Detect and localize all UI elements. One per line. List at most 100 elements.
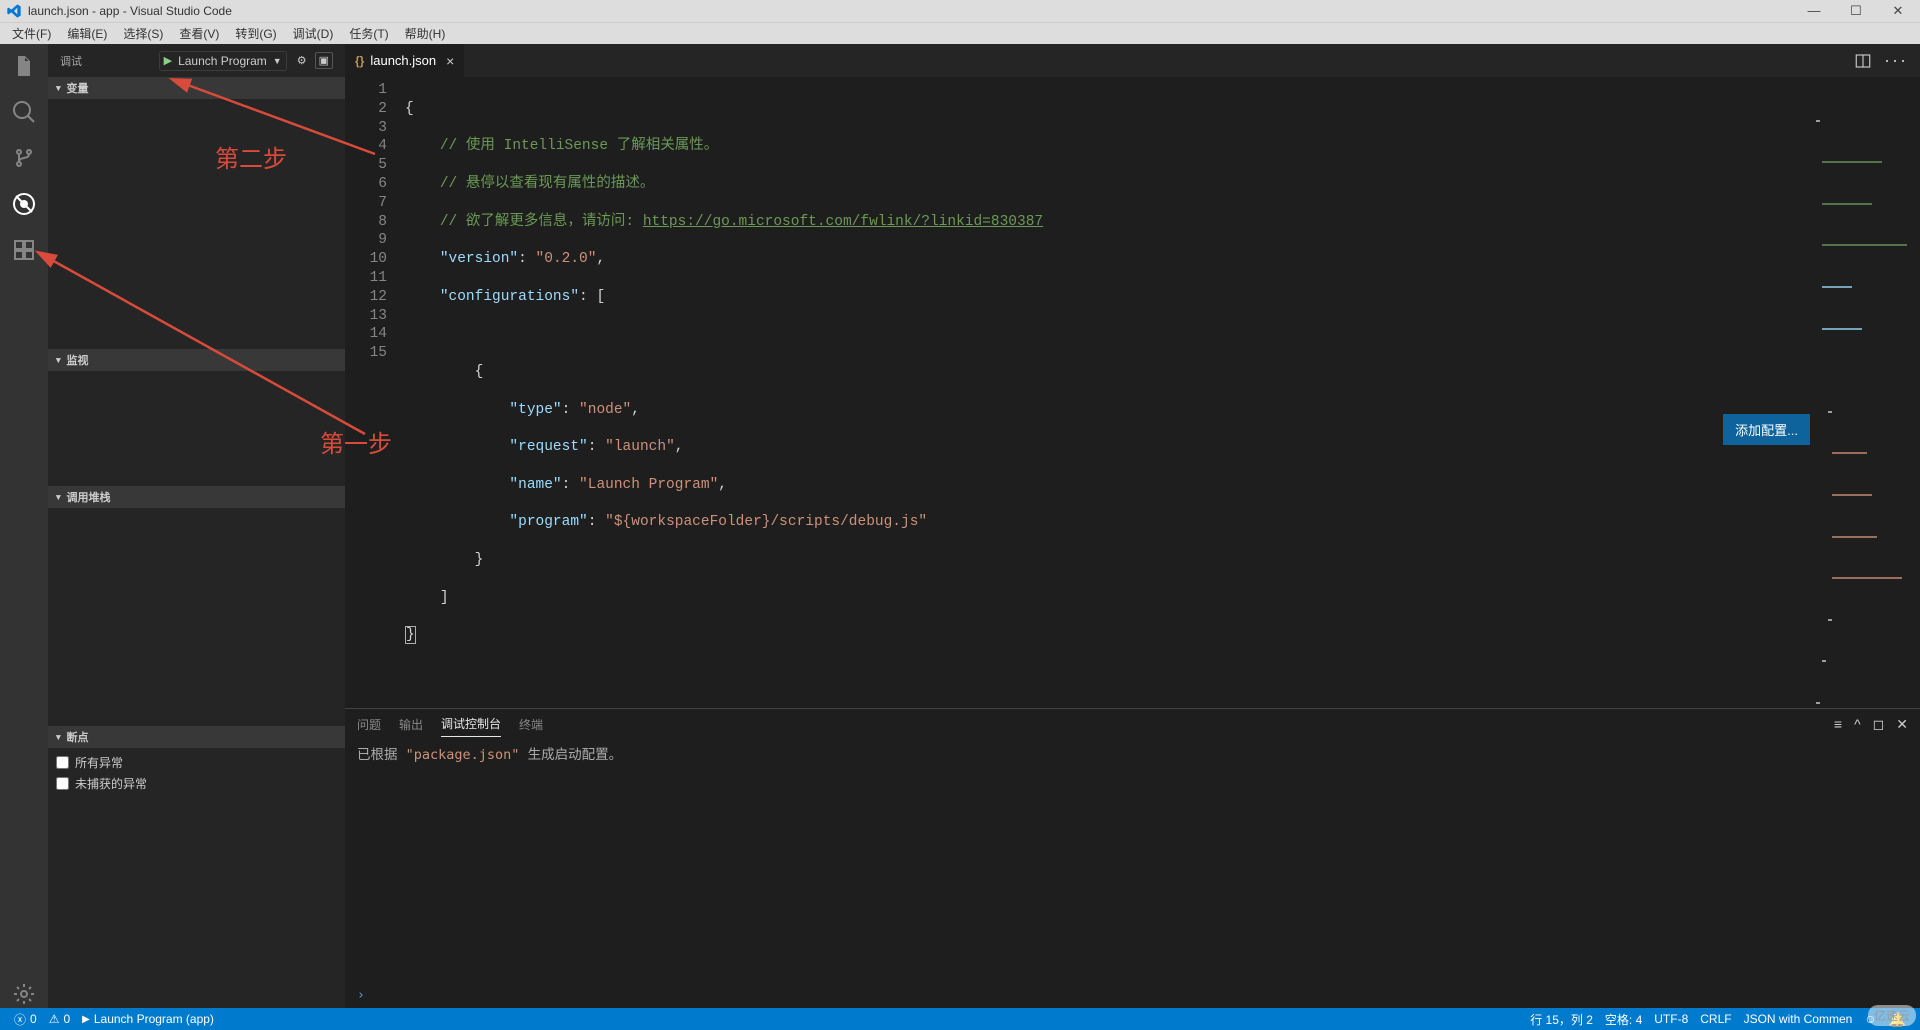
line-number: 7 bbox=[345, 194, 387, 213]
status-errors[interactable]: ⓧ0 bbox=[8, 1011, 43, 1028]
error-icon: ⓧ bbox=[14, 1011, 26, 1028]
line-number: 8 bbox=[345, 213, 387, 232]
panel-tab-debug-console[interactable]: 调试控制台 bbox=[441, 711, 501, 737]
debug-header: 调试 ▶ Launch Program ▼ ⚙ ▣ bbox=[48, 44, 345, 77]
gear-icon[interactable]: ⚙ bbox=[297, 54, 307, 67]
maximize-button[interactable]: ☐ bbox=[1844, 3, 1868, 19]
variables-body bbox=[48, 99, 345, 349]
line-number: 9 bbox=[345, 231, 387, 250]
tab-label: launch.json bbox=[370, 53, 436, 68]
minimize-button[interactable]: — bbox=[1802, 3, 1826, 19]
tab-launch-json[interactable]: {} launch.json × bbox=[345, 44, 465, 77]
line-number: 5 bbox=[345, 156, 387, 175]
watermark: 亿速云 bbox=[1868, 1005, 1916, 1026]
watch-body bbox=[48, 371, 345, 486]
debug-console-input[interactable]: › bbox=[345, 988, 1920, 1008]
bp-uncaught-exceptions[interactable]: 未捕获的异常 bbox=[56, 773, 337, 794]
warning-icon: ⚠ bbox=[49, 1012, 60, 1026]
code-string: "node" bbox=[579, 402, 631, 418]
chevron-down-icon: ▸ bbox=[53, 358, 64, 363]
code-string: "launch" bbox=[605, 439, 675, 455]
status-spaces[interactable]: 空格: 4 bbox=[1599, 1011, 1648, 1028]
debug-console-output: 已根据 "package.json" 生成启动配置。 bbox=[345, 739, 1920, 988]
close-panel-icon[interactable]: ✕ bbox=[1896, 716, 1908, 733]
menu-debug[interactable]: 调试(D) bbox=[285, 23, 342, 44]
debug-console-toggle[interactable]: ▣ bbox=[315, 52, 333, 69]
code-area[interactable]: { // 使用 IntelliSense 了解相关属性。 // 悬停以查看现有属… bbox=[405, 77, 1920, 708]
maximize-panel-icon[interactable]: ◻ bbox=[1873, 716, 1885, 733]
code-string: "Launch Program" bbox=[579, 477, 718, 493]
clear-console-icon[interactable]: ≡ bbox=[1834, 716, 1842, 733]
explorer-icon[interactable] bbox=[10, 52, 38, 80]
close-icon[interactable]: × bbox=[446, 53, 454, 69]
menu-view[interactable]: 查看(V) bbox=[171, 23, 227, 44]
menubar: 文件(F) 编辑(E) 选择(S) 查看(V) 转到(G) 调试(D) 任务(T… bbox=[0, 22, 1920, 44]
code-link[interactable]: https://go.microsoft.com/fwlink/?linkid=… bbox=[643, 214, 1043, 230]
panel: 问题 输出 调试控制台 终端 ≡ ^ ◻ ✕ 已根据 "package.json… bbox=[345, 708, 1920, 1008]
code-key: "program" bbox=[509, 514, 587, 530]
vscode-icon bbox=[6, 3, 22, 19]
watch-section-header[interactable]: ▸监视 bbox=[48, 349, 345, 371]
line-number: 12 bbox=[345, 288, 387, 307]
line-number: 11 bbox=[345, 269, 387, 288]
variables-label: 变量 bbox=[67, 80, 89, 96]
menu-file[interactable]: 文件(F) bbox=[4, 23, 59, 44]
status-lang[interactable]: JSON with Commen bbox=[1738, 1011, 1859, 1028]
menu-tasks[interactable]: 任务(T) bbox=[341, 23, 396, 44]
close-button[interactable]: ✕ bbox=[1886, 3, 1910, 19]
play-icon: ▶ bbox=[164, 54, 172, 67]
bp-all-check[interactable] bbox=[56, 756, 69, 769]
line-number: 2 bbox=[345, 100, 387, 119]
bp-all-exceptions[interactable]: 所有异常 bbox=[56, 752, 337, 773]
variables-section-header[interactable]: ▸变量 bbox=[48, 77, 345, 99]
status-warnings[interactable]: ⚠0 bbox=[43, 1012, 76, 1026]
callstack-body bbox=[48, 508, 345, 726]
menu-edit[interactable]: 编辑(E) bbox=[59, 23, 115, 44]
line-number: 10 bbox=[345, 250, 387, 269]
menu-goto[interactable]: 转到(G) bbox=[227, 23, 284, 44]
bp-uncaught-check[interactable] bbox=[56, 777, 69, 790]
debug-config-dropdown[interactable]: ▶ Launch Program ▼ bbox=[159, 51, 287, 71]
collapse-panel-icon[interactable]: ^ bbox=[1854, 716, 1861, 733]
code-key: "version" bbox=[440, 251, 518, 267]
menu-select[interactable]: 选择(S) bbox=[115, 23, 171, 44]
line-number: 13 bbox=[345, 307, 387, 326]
status-launch[interactable]: ▶Launch Program (app) bbox=[76, 1012, 220, 1026]
chevron-down-icon: ▼ bbox=[273, 56, 282, 66]
breakpoints-label: 断点 bbox=[67, 729, 89, 745]
line-gutter: 123456789101112131415 bbox=[345, 77, 405, 708]
status-eol[interactable]: CRLF bbox=[1694, 1011, 1737, 1028]
menu-help[interactable]: 帮助(H) bbox=[397, 23, 454, 44]
editor[interactable]: 123456789101112131415 { // 使用 IntelliSen… bbox=[345, 77, 1920, 708]
split-editor-icon[interactable] bbox=[1854, 52, 1872, 70]
debug-sidebar: 调试 ▶ Launch Program ▼ ⚙ ▣ ▸变量 ▸监视 ▸调用堆栈 … bbox=[48, 44, 345, 1008]
statusbar: ⓧ0 ⚠0 ▶Launch Program (app) 行 15，列 2 空格:… bbox=[0, 1008, 1920, 1030]
status-line-col[interactable]: 行 15，列 2 bbox=[1524, 1011, 1599, 1028]
code-key: "type" bbox=[509, 402, 561, 418]
callstack-section-header[interactable]: ▸调用堆栈 bbox=[48, 486, 345, 508]
line-number: 14 bbox=[345, 325, 387, 344]
line-number: 4 bbox=[345, 137, 387, 156]
settings-icon[interactable] bbox=[10, 980, 38, 1008]
panel-tabs: 问题 输出 调试控制台 终端 ≡ ^ ◻ ✕ bbox=[345, 709, 1920, 739]
search-icon[interactable] bbox=[10, 98, 38, 126]
add-configuration-button[interactable]: 添加配置... bbox=[1723, 414, 1810, 445]
json-file-icon: {} bbox=[355, 54, 364, 68]
panel-tab-problems[interactable]: 问题 bbox=[357, 712, 381, 737]
line-number: 6 bbox=[345, 175, 387, 194]
more-icon[interactable]: ··· bbox=[1884, 50, 1908, 71]
code-string: "${workspaceFolder}/scripts/debug.js" bbox=[605, 514, 927, 530]
minimap[interactable] bbox=[1816, 81, 1906, 191]
status-encoding[interactable]: UTF-8 bbox=[1648, 1011, 1694, 1028]
debug-icon[interactable] bbox=[10, 190, 38, 218]
extensions-icon[interactable] bbox=[10, 236, 38, 264]
breakpoints-section-header[interactable]: ▸断点 bbox=[48, 726, 345, 748]
watch-label: 监视 bbox=[67, 352, 89, 368]
code-comment: // 悬停以查看现有属性的描述。 bbox=[440, 176, 655, 192]
line-number: 1 bbox=[345, 81, 387, 100]
panel-tab-output[interactable]: 输出 bbox=[399, 712, 423, 737]
line-number: 3 bbox=[345, 119, 387, 138]
panel-tab-terminal[interactable]: 终端 bbox=[519, 712, 543, 737]
code-key: "name" bbox=[509, 477, 561, 493]
scm-icon[interactable] bbox=[10, 144, 38, 172]
